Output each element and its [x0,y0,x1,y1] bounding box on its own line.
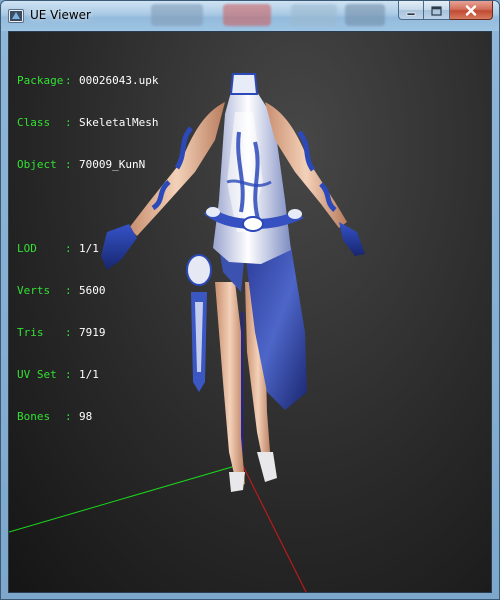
title-bar[interactable]: UE Viewer [1,1,499,31]
close-button[interactable] [450,1,493,20]
info-separator: : [65,116,72,129]
info-label: Package [17,74,64,87]
info-row-bones: Bones:98 [17,410,158,424]
info-label: UV Set [17,368,57,381]
info-separator: : [65,410,72,423]
ue-viewer-window: UE Viewer Package: 00026043.upk Class:… [0,0,500,600]
info-value-object: 70009_KunN [79,158,146,171]
info-label: Class [17,116,51,129]
x-axis-line [241,463,307,592]
info-label: Verts [17,284,51,297]
info-separator: : [65,284,72,297]
y-axis-line [9,463,243,533]
info-row-class: Class: SkeletalMesh [17,116,158,130]
info-separator: : [65,368,72,381]
mesh-info-panel: Package:00026043.upk Class: SkeletalMesh … [17,46,158,452]
info-separator: : [65,158,72,171]
info-separator: : [65,74,72,87]
title-bar-reflection [345,4,385,26]
close-icon [465,1,477,20]
title-bar-reflection [151,4,203,26]
info-row-object: Object:70009_KunN [17,158,158,172]
info-row-package: Package:00026043.upk [17,74,158,88]
info-separator: : [65,326,72,339]
minimize-button[interactable] [398,1,424,20]
info-row-verts: Verts:5600 [17,284,158,298]
3d-viewport[interactable]: Package:00026043.upk Class: SkeletalMesh … [8,31,492,593]
info-value-tris: 7919 [79,326,106,339]
info-value-uv-set: 1/1 [79,368,99,381]
maximize-icon [431,1,442,20]
info-label: Tris [17,326,44,339]
info-row-uv-set: UV Set:1/1 [17,368,158,382]
info-row-lod: LOD:1/1 [17,242,158,256]
minimize-icon [406,1,416,20]
info-label: Object [17,158,57,171]
window-title: UE Viewer [30,8,91,22]
title-bar-reflection [291,4,337,26]
info-value-class: SkeletalMesh [79,116,159,129]
title-bar-reflection [223,4,271,26]
info-row-tris: Tris:7919 [17,326,158,340]
info-label: Bones [17,410,51,423]
info-value-verts: 5600 [79,284,106,297]
ue-viewer-app-icon[interactable] [8,8,24,24]
info-label: LOD [17,242,37,255]
info-separator: : [65,242,72,255]
info-value-bones: 98 [79,410,93,423]
caption-buttons [398,1,493,21]
info-value-package: 00026043.upk [79,74,159,87]
maximize-button[interactable] [424,1,450,20]
info-value-lod: 1/1 [79,242,99,255]
